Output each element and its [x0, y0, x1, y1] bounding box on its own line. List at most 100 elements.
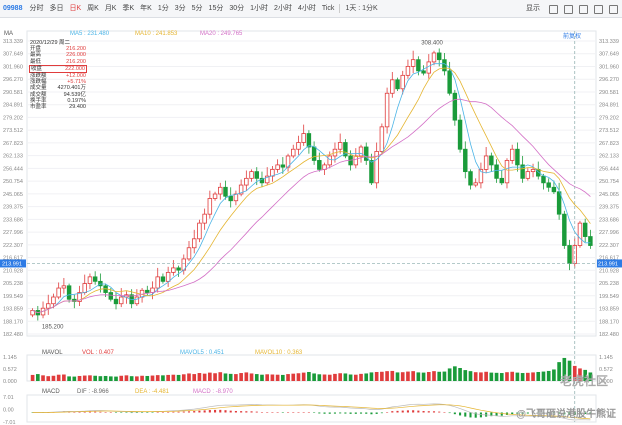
macd-bar: [448, 412, 451, 414]
volume-bar: [515, 372, 520, 381]
tab-2[interactable]: 日K: [66, 0, 84, 18]
tab-10[interactable]: 15分: [206, 0, 227, 18]
volume-bar: [155, 375, 160, 381]
volume-indicator-name[interactable]: MAVOL: [42, 350, 63, 356]
stock-code[interactable]: 09988: [3, 5, 22, 12]
macd-bar: [302, 412, 305, 413]
macd-bar: [349, 412, 352, 414]
volume-bar: [129, 376, 134, 381]
volume-bar: [395, 372, 400, 381]
price-tick-right: 267.823: [599, 141, 619, 147]
volume-bar: [489, 372, 494, 381]
candle-body: [160, 276, 166, 282]
main-indicator-name[interactable]: MA: [4, 31, 13, 37]
price-tick-left: 205.238: [3, 281, 23, 287]
camera-icon[interactable]: [579, 4, 588, 14]
tab-3[interactable]: 周K: [84, 0, 102, 18]
tab-8[interactable]: 3分: [172, 0, 189, 18]
price-tick-left: 267.823: [3, 141, 23, 147]
candle-body: [249, 171, 254, 179]
price-tick-left: 233.686: [3, 217, 23, 223]
volume-bar: [88, 375, 92, 381]
tab-4[interactable]: 月K: [102, 0, 120, 18]
ma5-value: MA5 : 231.480: [70, 31, 110, 37]
macd-bar: [286, 412, 290, 413]
info-key: 最低: [30, 58, 42, 65]
macd-bar: [323, 412, 326, 414]
macd-bar: [344, 412, 347, 414]
kline-chart[interactable]: 313.339 313.339 307.649 307.649 301.960 301.9…: [0, 18, 622, 425]
macd-bar: [443, 412, 446, 413]
price-tick-right: 256.444: [599, 166, 619, 172]
macd-bar: [281, 412, 284, 413]
toolbar-right-tools: 显示: [523, 0, 618, 18]
macd-bar: [307, 412, 310, 413]
macd-bar: [240, 411, 243, 413]
volume-bar: [484, 371, 488, 381]
volume-bar: [494, 372, 499, 381]
candle-body: [212, 193, 218, 199]
tab-5[interactable]: 季K: [119, 0, 137, 18]
volume-bar: [119, 375, 124, 381]
tab-14[interactable]: 4小时: [295, 0, 319, 18]
macd-value: MACD : -8.970: [193, 389, 233, 395]
sub-mode-select[interactable]: 1天 : 1分K: [342, 0, 380, 18]
draw-tool-icon[interactable]: [564, 4, 573, 14]
tab-12[interactable]: 1小时: [247, 0, 271, 18]
candle-body: [87, 276, 93, 284]
chart-toolbar: 09988 分时 多日 日K 周K 月K 季K 年K 1分 3分 5分 15分 30分 1小时 2小时 4小…: [0, 0, 622, 18]
macd-bar: [469, 412, 472, 418]
volume-bar: [473, 372, 478, 381]
tab-9[interactable]: 5分: [189, 0, 206, 18]
price-tick-left: 256.444: [3, 166, 23, 172]
volume-bar: [218, 372, 223, 381]
candle-body: [119, 296, 124, 305]
candle-body: [395, 79, 400, 90]
candle-body: [155, 276, 160, 289]
volume-bar: [447, 368, 452, 381]
tab-11[interactable]: 30分: [226, 0, 247, 18]
dea-line: [32, 404, 591, 420]
macd-bar: [104, 412, 107, 413]
info-key: 收盘: [31, 65, 43, 72]
tab-13[interactable]: 2小时: [271, 0, 295, 18]
volume-bar: [150, 375, 155, 381]
price-tick-right: 227.996: [599, 230, 619, 236]
candle-body: [473, 182, 478, 186]
candle-body: [416, 59, 421, 72]
volume-bar: [98, 376, 103, 381]
macd-bar: [260, 412, 264, 413]
volume-bar: [327, 374, 332, 381]
macd-indicator-name[interactable]: MACD: [42, 389, 60, 395]
candle-body: [244, 177, 249, 186]
candle-body: [46, 303, 51, 309]
macd-bar: [151, 412, 154, 413]
tab-1[interactable]: 多日: [46, 0, 66, 18]
layout-icon[interactable]: [549, 4, 558, 14]
volume-bar: [140, 375, 144, 381]
fullscreen-icon[interactable]: [609, 4, 618, 14]
tab-7[interactable]: 1分: [155, 0, 172, 18]
volume-bar: [187, 373, 191, 381]
settings-icon[interactable]: [594, 4, 603, 14]
macd-bar: [83, 411, 86, 413]
candle-body: [317, 160, 322, 170]
candle-body: [191, 238, 197, 249]
price-tick-right: 233.686: [599, 217, 619, 223]
price-tick-left: 284.891: [3, 103, 23, 109]
candle-body: [92, 276, 98, 282]
dif-value: DIF : -8.966: [77, 389, 109, 395]
tab-0[interactable]: 分时: [26, 0, 46, 18]
display-menu-button[interactable]: 显示: [523, 0, 543, 18]
candle-body: [82, 283, 87, 293]
volume-bar: [254, 374, 259, 381]
volume-bar: [202, 373, 207, 381]
volume-bar: [56, 374, 61, 381]
volume-tick-left: 0.000: [3, 379, 17, 385]
tab-15[interactable]: Tick: [319, 0, 338, 18]
adjust-flag[interactable]: 前复权: [563, 31, 581, 40]
tab-6[interactable]: 年K: [137, 0, 155, 18]
timeframe-tabs: 分时 多日 日K 周K 月K 季K 年K 1分 3分 5分 15分 30分 1小时 2小时 4小时 Tick: [26, 0, 337, 18]
macd-bar: [187, 411, 191, 413]
macd-bar: [219, 409, 222, 413]
